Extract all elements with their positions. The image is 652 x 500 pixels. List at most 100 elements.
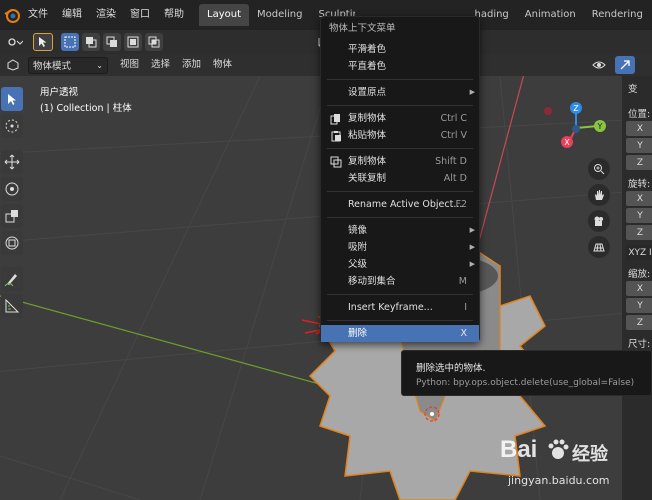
tool-select[interactable]	[1, 87, 23, 111]
menu-window[interactable]: 窗口	[123, 0, 157, 30]
np-rotation-y[interactable]: Y	[626, 208, 652, 223]
context-menu-title: 物体上下文菜单	[329, 23, 396, 34]
menu-item-shade-smooth[interactable]: 平滑着色	[321, 41, 479, 58]
np-location-y[interactable]: Y	[626, 138, 652, 153]
select-mode-intersect-button[interactable]	[145, 33, 163, 51]
menu-item-duplicate[interactable]: 复制物体 Shift D	[321, 153, 479, 170]
tool-annotate[interactable]	[1, 267, 23, 291]
ortho-toggle-button[interactable]	[588, 236, 610, 258]
menu-help[interactable]: 帮助	[157, 0, 191, 30]
watermark-url: jingyan.baidu.com	[508, 474, 610, 487]
tool-transform[interactable]	[1, 231, 23, 255]
tab-layout[interactable]: Layout	[199, 4, 249, 26]
editor-type-button[interactable]	[3, 33, 27, 51]
cursor-editor-icon	[8, 38, 23, 46]
menu-item-snap[interactable]: 吸附 ▶	[321, 239, 479, 256]
menu-view[interactable]: 视图	[114, 54, 145, 76]
mode-select-value: 物体模式	[33, 61, 72, 72]
camera-view-button[interactable]	[588, 210, 610, 232]
tooltip-description: 删除选中的物体.	[416, 363, 486, 374]
np-location-x[interactable]: X	[626, 121, 652, 136]
tool-scale[interactable]	[1, 204, 23, 228]
np-rotation-mode[interactable]: XYZ I	[626, 245, 652, 260]
pan-button[interactable]	[588, 184, 610, 206]
tab-rendering[interactable]: Rendering	[584, 4, 651, 26]
duplicate-label: 复制物体	[348, 156, 387, 167]
mirror-label: 镜像	[348, 225, 368, 236]
menu-select[interactable]: 选择	[145, 54, 176, 76]
menu-item-set-origin[interactable]: 设置原点 ▶	[321, 84, 479, 101]
blender-logo-icon[interactable]	[3, 6, 21, 24]
tooltip-python: Python: bpy.ops.object.delete(use_global…	[416, 378, 635, 388]
tool-cursor[interactable]	[1, 114, 23, 138]
scale-icon	[5, 210, 18, 223]
tab-modeling[interactable]: Modeling	[249, 4, 311, 26]
menu-separator	[327, 294, 473, 295]
visibility-toggle-button[interactable]	[588, 56, 610, 74]
menu-item-move-to-collection[interactable]: 移动到集合 M	[321, 273, 479, 290]
move-to-collection-shortcut: M	[458, 276, 467, 287]
menu-item-shade-flat[interactable]: 平直着色	[321, 58, 479, 75]
menu-separator	[327, 217, 473, 218]
shade-smooth-label: 平滑着色	[348, 44, 387, 55]
mode-select[interactable]: 物体模式 ⌄	[28, 56, 108, 74]
paste-label: 粘贴物体	[348, 130, 387, 141]
menu-item-paste[interactable]: 粘贴物体 Ctrl V	[321, 127, 479, 144]
select-mode-extend-button[interactable]	[82, 33, 100, 51]
pencil-icon	[4, 274, 17, 287]
submenu-arrow-icon: ▶	[469, 243, 475, 251]
tool-rotate[interactable]	[1, 177, 23, 201]
tool-measure[interactable]	[1, 294, 23, 318]
select-mode-subtract-button[interactable]	[103, 33, 121, 51]
object-mode-icon	[7, 59, 19, 71]
menu-item-insert-keyframe[interactable]: Insert Keyframe... I	[321, 299, 479, 316]
gizmo-x-label: X	[564, 138, 570, 147]
transform-icon	[5, 236, 19, 250]
menu-edit[interactable]: 编辑	[55, 0, 89, 30]
delete-shortcut: X	[460, 328, 467, 339]
gizmo-toggle-button[interactable]	[615, 56, 635, 74]
menu-separator	[327, 79, 473, 80]
np-location-z[interactable]: Z	[626, 155, 652, 170]
object-context-menu: 物体上下文菜单 平滑着色 平直着色 设置原点 ▶ 复制物体 Ctrl C 粘贴物体 C…	[320, 16, 480, 342]
np-rotation-label: 旋转:	[628, 179, 651, 190]
menu-item-duplicate-linked[interactable]: 关联复制 Alt D	[321, 170, 479, 187]
camera-icon	[594, 216, 603, 226]
np-scale-x[interactable]: X	[626, 281, 652, 296]
np-location-x-label: X	[636, 123, 644, 134]
tab-animation[interactable]: Animation	[517, 4, 584, 26]
np-tab-label[interactable]: 变	[628, 81, 638, 95]
object-mode-icon-button[interactable]	[2, 57, 24, 74]
menu-item-delete[interactable]: 删除 X	[321, 325, 479, 342]
np-dimensions-label: 尺寸:	[628, 339, 651, 350]
zoom-button[interactable]	[588, 158, 610, 180]
np-scale-z[interactable]: Z	[626, 315, 652, 330]
menu-add[interactable]: 添加	[176, 54, 207, 76]
duplicate-icon	[330, 156, 342, 168]
menu-item-mirror[interactable]: 镜像 ▶	[321, 222, 479, 239]
select-intersect-icon	[148, 36, 160, 48]
select-cursor-icon	[39, 37, 47, 47]
np-scale-y[interactable]: Y	[626, 298, 652, 313]
menu-item-parent[interactable]: 父级 ▶	[321, 256, 479, 273]
baidu-watermark: Bai 经验 jingyan.baidu.com	[500, 428, 650, 498]
gizmo-arrow-icon	[620, 60, 630, 70]
axis-gizmo[interactable]: Z Y X	[538, 96, 618, 156]
select-tool-button[interactable]	[33, 33, 53, 51]
menu-file[interactable]: 文件	[21, 0, 55, 30]
gizmo-y-label: Y	[597, 122, 603, 131]
menu-separator	[327, 320, 473, 321]
menu-item-rename[interactable]: Rename Active Object... F2	[321, 196, 479, 213]
np-location-z-label: Z	[636, 157, 644, 168]
menu-object[interactable]: 物体	[207, 54, 238, 76]
select-mode-new-button[interactable]	[61, 33, 79, 51]
menu-render[interactable]: 渲染	[89, 0, 123, 30]
np-rotation-x[interactable]: X	[626, 191, 652, 206]
copy-shortcut: Ctrl C	[440, 113, 467, 124]
menu-item-copy[interactable]: 复制物体 Ctrl C	[321, 110, 479, 127]
insert-keyframe-label: Insert Keyframe...	[348, 302, 433, 313]
select-mode-invert-button[interactable]	[124, 33, 142, 51]
tool-move[interactable]	[1, 150, 23, 174]
np-rotation-z[interactable]: Z	[626, 225, 652, 240]
left-toolbar	[0, 84, 24, 321]
